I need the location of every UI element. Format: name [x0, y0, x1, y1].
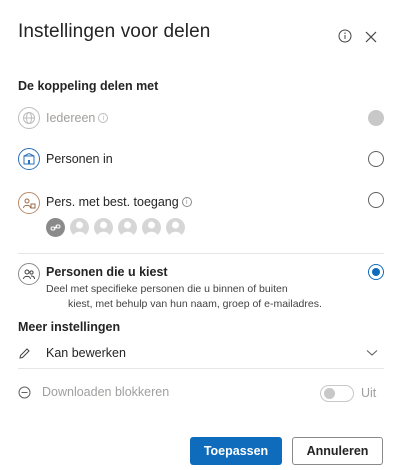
people-icon — [18, 263, 40, 285]
radio-specific-people[interactable] — [368, 264, 384, 280]
dialog-title: Instellingen voor delen — [18, 21, 211, 42]
close-icon[interactable] — [362, 28, 380, 46]
option-specific-people-label: Personen die u kiest — [46, 265, 168, 279]
more-settings-heading: Meer instellingen — [18, 320, 121, 334]
share-with-heading: De koppeling delen met — [18, 79, 159, 93]
block-download-toggle[interactable] — [320, 385, 354, 402]
option-people-in-label: Personen in — [46, 152, 113, 166]
user-avatar-icon — [166, 218, 185, 237]
info-icon[interactable] — [337, 28, 353, 44]
info-icon[interactable]: i — [98, 113, 109, 123]
option-specific-people: Personen die u kiest — [46, 265, 168, 279]
option-people-in-org: Personen in — [46, 152, 113, 166]
people-lock-icon — [18, 192, 40, 214]
block-download-row: Downloaden blokkeren — [18, 385, 169, 399]
globe-icon — [18, 107, 40, 129]
cancel-button[interactable]: Annuleren — [292, 437, 383, 465]
user-avatar-icon — [142, 218, 161, 237]
option-specific-people-description: Deel met specifieke personen die u binne… — [46, 283, 322, 310]
access-avatars — [46, 218, 185, 237]
apply-button[interactable]: Toepassen — [190, 437, 282, 465]
divider — [18, 368, 384, 369]
pencil-icon — [18, 347, 34, 360]
option-existing-access-label: Pers. met best. toegang — [46, 195, 179, 209]
radio-people-in[interactable] — [368, 151, 384, 167]
permission-label: Kan bewerken — [46, 346, 126, 360]
chevron-down-icon — [366, 349, 378, 357]
toggle-knob — [324, 388, 335, 399]
minus-circle-icon — [18, 386, 34, 399]
divider — [18, 253, 384, 254]
radio-existing-access[interactable] — [368, 192, 384, 208]
user-avatar-icon — [70, 218, 89, 237]
option-existing-access: Pers. met best. toegang i — [46, 195, 192, 209]
permission-dropdown[interactable]: Kan bewerken — [18, 338, 384, 368]
toggle-state-label: Uit — [361, 386, 377, 400]
link-avatar-icon — [46, 218, 65, 237]
block-download-label: Downloaden blokkeren — [42, 385, 170, 399]
radio-anyone[interactable] — [368, 110, 384, 126]
info-icon[interactable]: i — [181, 197, 192, 207]
option-anyone: Iedereen i — [46, 111, 109, 125]
building-icon — [18, 148, 40, 170]
user-avatar-icon — [118, 218, 137, 237]
user-avatar-icon — [94, 218, 113, 237]
option-anyone-label: Iedereen — [46, 111, 96, 125]
